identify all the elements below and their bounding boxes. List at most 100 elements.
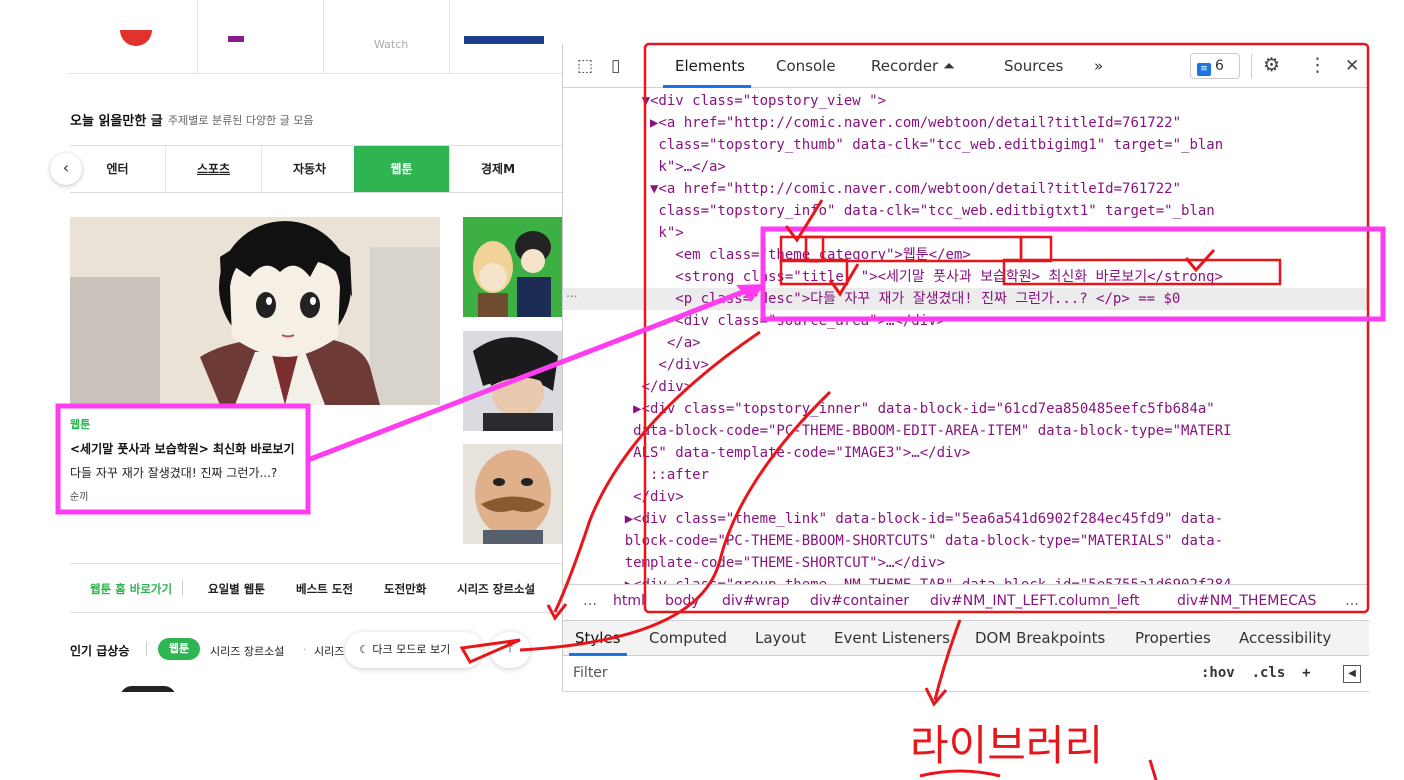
tab-sources[interactable]: Sources (1004, 57, 1063, 75)
inspect-element-icon[interactable]: ⬚ (577, 56, 593, 76)
thumbnail-image (463, 331, 562, 431)
series-genre-novel-link[interactable]: 시리즈 장르소설 (457, 581, 535, 597)
more-tabs-icon[interactable]: » (1094, 57, 1103, 75)
breadcrumb-item[interactable]: div#wrap (722, 585, 789, 616)
weekday-webtoon-link[interactable]: 요일별 웹툰 (208, 581, 265, 597)
webtoon-illustration (70, 217, 440, 405)
popular-tab-webtoon[interactable]: 웹툰 (158, 638, 200, 660)
breadcrumb-item[interactable]: body (665, 585, 700, 616)
popular-tab-series-novel[interactable]: 시리즈 장르소설 (210, 643, 284, 659)
dom-line[interactable]: class="topstory_info" data-clk="tcc_web.… (591, 200, 1214, 222)
dom-line[interactable]: ▼<div class="topstory_view "> (591, 90, 886, 112)
dom-line[interactable]: ▶<div class="topstory_inner" data-block-… (591, 398, 1215, 420)
breadcrumb-item[interactable]: html (613, 585, 645, 616)
shortcut-cell[interactable] (198, 0, 324, 74)
handwritten-annotation: 라이브러리 (910, 721, 1104, 770)
topstory-card-text[interactable]: 웹툰 <세기말 풋사과 보습학원> 최신화 바로보기 다들 자꾸 재가 잘생겼대… (58, 404, 308, 512)
tab-styles[interactable]: Styles (575, 629, 621, 647)
tab-elements[interactable]: Elements (675, 57, 745, 75)
tab-cars[interactable]: 자동차 (262, 146, 358, 192)
tab-layout[interactable]: Layout (755, 629, 806, 647)
card-title[interactable]: <세기말 풋사과 보습학원> 최신화 바로보기 (70, 440, 295, 457)
settings-gear-icon[interactable]: ⚙ (1263, 54, 1280, 76)
breadcrumb-ellipsis[interactable]: … (1345, 585, 1359, 616)
tab-recorder[interactable]: Recorder ⏶ (871, 57, 955, 75)
webtoon-home-link[interactable]: 웹툰 홈 바로가기 (90, 581, 172, 597)
section-subtitle: 주제별로 분류된 다양한 글 모음 (168, 114, 314, 127)
tab-webtoon[interactable]: 웹툰 (354, 146, 450, 192)
partial-thumbnail (120, 686, 176, 692)
tab-accessibility[interactable]: Accessibility (1239, 629, 1331, 647)
close-icon[interactable]: ✕ (1345, 56, 1359, 76)
dom-line[interactable]: ▶<div class="theme_link" data-block-id="… (591, 508, 1223, 530)
tab-dom-breakpoints[interactable]: DOM Breakpoints (975, 629, 1105, 647)
dom-line[interactable]: template-code="THEME-SHORTCUT">…</div> (591, 552, 945, 574)
tab-sports[interactable]: 스포츠 (166, 146, 262, 192)
prev-arrow-button[interactable]: ‹ (50, 153, 82, 185)
webtoon-thumbnail[interactable] (463, 331, 562, 431)
dom-line[interactable]: </a> (591, 332, 701, 354)
scroll-top-button[interactable]: ⤒ (490, 632, 530, 668)
tab-properties[interactable]: Properties (1135, 629, 1211, 647)
styles-filter-input[interactable]: Filter (573, 665, 608, 681)
dom-line[interactable]: data-block-code="PC-THEME-BBOOM-EDIT-ARE… (591, 420, 1231, 442)
device-toggle-icon[interactable]: ▯ (611, 56, 620, 76)
tab-label: 경제M (480, 162, 516, 176)
styles-pane-tabs: Styles Computed Layout Event Listeners D… (563, 620, 1369, 656)
filter-tools[interactable]: :hov .cls + (1201, 665, 1311, 681)
dom-line[interactable]: <strong class="title "><세기말 풋사과 보습학원> 최신… (591, 266, 1223, 288)
naver-page: Watch 오늘 읽을만한 글 주제별로 분류된 다양한 글 모음 엔터 스포츠… (0, 0, 562, 692)
divider (182, 580, 183, 596)
webtoon-thumbnail[interactable] (463, 444, 562, 544)
dom-line[interactable]: ▼<a href="http://comic.naver.com/webtoon… (591, 178, 1181, 200)
breadcrumb-ellipsis[interactable]: … (583, 585, 597, 616)
tab-computed[interactable]: Computed (649, 629, 727, 647)
tab-entertainment[interactable]: 엔터 (70, 146, 166, 192)
dom-line[interactable]: <div class="source_area">…</div> (591, 310, 945, 332)
divider (146, 642, 147, 656)
webtoon-thumbnail[interactable] (463, 217, 562, 317)
dom-line[interactable]: </div> (591, 486, 684, 508)
shortcut-icon (228, 36, 244, 42)
tab-label: 엔터 (106, 162, 129, 176)
moon-icon: ☾ (359, 643, 369, 656)
webtoon-main-image[interactable] (70, 217, 440, 405)
dom-line[interactable]: ALS" data-template-code="IMAGE3">…</div> (591, 442, 970, 464)
dom-line[interactable]: ▶<a href="http://comic.naver.com/webtoon… (591, 112, 1181, 134)
dom-line-selected[interactable]: <p class="desc">다들 자꾸 재가 잘생겼대! 진짜 그런가...… (563, 288, 1369, 310)
breadcrumb-item[interactable]: div#NM_THEMECAS (1177, 585, 1316, 616)
dom-tree[interactable]: ▼<div class="topstory_view "> ▶<a href="… (563, 88, 1369, 628)
dom-line[interactable]: </div> (591, 376, 693, 398)
dom-line[interactable]: <em class="theme_category">웹툰</em> (591, 244, 971, 266)
shortcut-cell[interactable] (450, 0, 562, 74)
issues-icon: ≡ (1197, 63, 1211, 76)
best-challenge-link[interactable]: 베스트 도전 (296, 581, 353, 597)
dom-line[interactable]: </div> (591, 354, 709, 376)
popular-tab-series[interactable]: 시리즈 (314, 643, 344, 659)
service-shortcut-strip: Watch (68, 0, 562, 74)
card-category: 웹툰 (70, 418, 91, 431)
gutter-dots: ... (566, 286, 578, 300)
breadcrumb-item[interactable]: div#NM_INT_LEFT.column_left (930, 585, 1140, 616)
tab-event-listeners[interactable]: Event Listeners (834, 629, 950, 647)
dark-mode-button[interactable]: ☾ 다크 모드로 보기 (345, 632, 483, 668)
dom-line[interactable]: ::after (591, 464, 709, 486)
issues-badge[interactable]: ≡ 6 (1190, 53, 1240, 79)
kebab-menu-icon[interactable]: ⋮ (1308, 54, 1327, 76)
dom-line[interactable]: k">…</a> (591, 156, 725, 178)
shortcut-cell[interactable]: Watch (324, 0, 450, 74)
divider (645, 54, 646, 78)
sidebar-toggle-icon[interactable]: ◀ (1343, 665, 1361, 683)
shortcut-cell[interactable] (68, 0, 198, 74)
tab-console[interactable]: Console (776, 57, 836, 75)
popular-rising-label: 인기 급상승 (70, 644, 130, 658)
dom-line[interactable]: class="topstory_thumb" data-clk="tcc_web… (591, 134, 1223, 156)
challenge-comic-link[interactable]: 도전만화 (384, 581, 426, 597)
breadcrumb-item[interactable]: div#container (810, 585, 909, 616)
tab-label: 자동차 (292, 162, 327, 176)
tab-economy[interactable]: 경제M (450, 146, 546, 192)
dom-line[interactable]: block-code="PC-THEME-BBOOM-SHORTCUTS" da… (591, 530, 1223, 552)
thumbnail-image (463, 217, 562, 317)
dom-line[interactable]: k"> (591, 222, 683, 244)
thumbnail-image (463, 444, 562, 544)
